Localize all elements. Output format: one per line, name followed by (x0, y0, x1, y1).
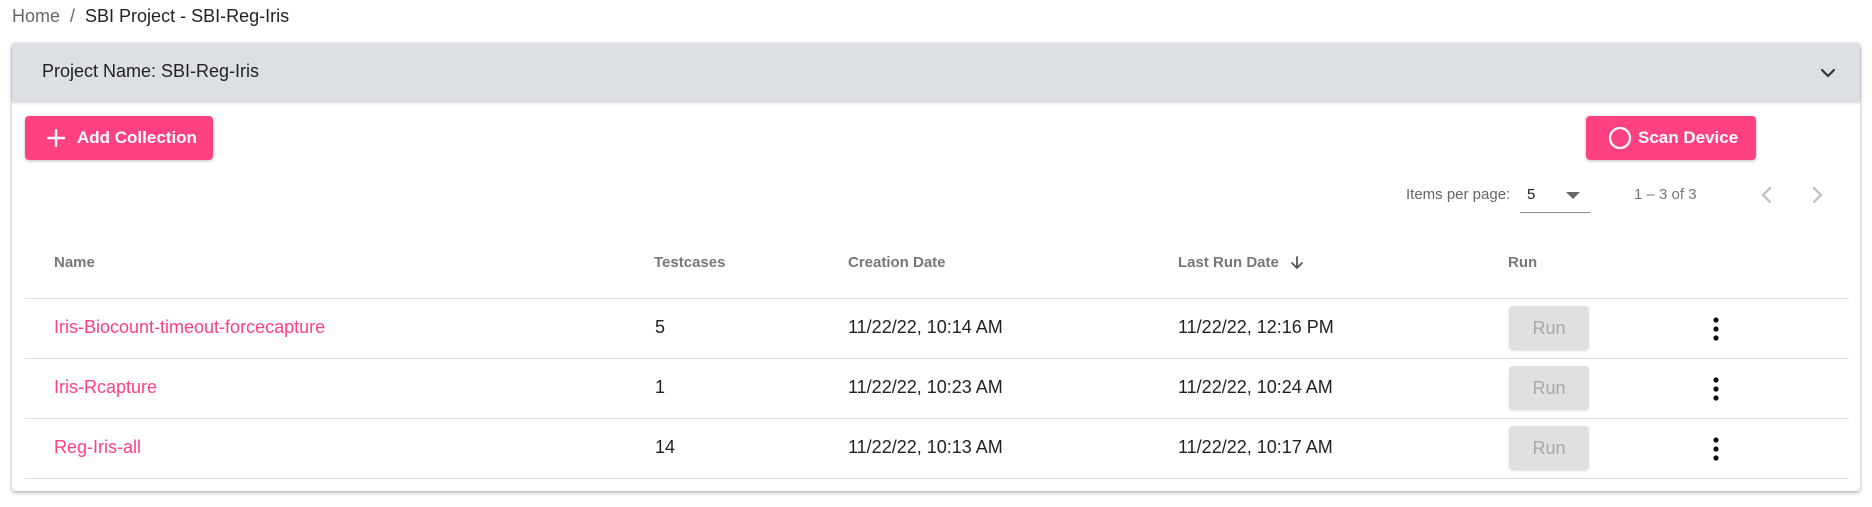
last-run-date: 11/22/22, 10:17 AM (1178, 437, 1333, 457)
more-vert-icon[interactable] (1704, 374, 1728, 404)
collection-name-link[interactable]: Iris-Rcapture (54, 377, 157, 398)
column-header-creation-date[interactable]: Creation Date (848, 254, 946, 271)
creation-date: 11/22/22, 10:13 AM (848, 437, 1003, 457)
more-vert-icon[interactable] (1704, 314, 1728, 344)
column-header-name[interactable]: Name (54, 254, 95, 271)
items-per-page-label: Items per page: (1406, 186, 1511, 203)
testcases-count: 1 (655, 377, 666, 397)
add-collection-label: Add Collection (77, 128, 197, 147)
breadcrumb: Home / SBI Project - SBI-Reg-Iris (12, 4, 289, 28)
last-run-date: 11/22/22, 10:24 AM (1178, 377, 1333, 397)
project-name-title: Project Name: SBI-Reg-Iris (42, 61, 260, 81)
table-row: Iris-Rcapture 1 11/22/22, 10:23 AM 11/22… (12, 359, 1860, 419)
add-collection-button[interactable]: Add Collection (25, 116, 213, 160)
collection-name-link[interactable]: Iris-Biocount-timeout-forcecapture (54, 317, 325, 338)
run-button[interactable]: Run (1509, 306, 1589, 350)
last-run-date: 11/22/22, 12:16 PM (1178, 317, 1334, 337)
collection-name-link[interactable]: Reg-Iris-all (54, 437, 141, 458)
scan-device-label: Scan Device (1638, 128, 1739, 147)
table-row: Reg-Iris-all 14 11/22/22, 10:13 AM 11/22… (12, 419, 1860, 479)
items-per-page-select[interactable]: 5 (1520, 176, 1590, 213)
paginator-range: 1 – 3 of 3 (1634, 186, 1697, 203)
run-button[interactable]: Run (1509, 426, 1589, 470)
testcases-count: 14 (655, 437, 676, 457)
run-button[interactable]: Run (1509, 366, 1589, 410)
chevron-down-icon[interactable] (1816, 61, 1840, 85)
breadcrumb-separator: / (70, 5, 76, 26)
previous-page-button[interactable] (1752, 180, 1782, 210)
breadcrumb-home-link[interactable]: Home (12, 6, 60, 27)
creation-date: 11/22/22, 10:14 AM (848, 317, 1003, 337)
column-header-last-run-date[interactable]: Last Run Date (1178, 254, 1305, 271)
more-vert-icon[interactable] (1704, 434, 1728, 464)
breadcrumb-current: SBI Project - SBI-Reg-Iris (85, 5, 290, 26)
row-divider (25, 478, 1849, 479)
table-row: Iris-Biocount-timeout-forcecapture 5 11/… (12, 299, 1860, 359)
creation-date: 11/22/22, 10:23 AM (848, 377, 1003, 397)
last-run-date-label: Last Run Date (1178, 254, 1279, 271)
arrow-down-icon (1291, 256, 1303, 269)
plus-icon (47, 129, 65, 147)
chevron-right-icon (1812, 186, 1823, 204)
column-header-testcases[interactable]: Testcases (654, 254, 725, 271)
project-card: Project Name: SBI-Reg-Iris Add Collectio… (12, 43, 1860, 491)
select-arrow-icon (1566, 192, 1580, 199)
items-per-page-value: 5 (1527, 186, 1536, 203)
circle-icon (1608, 126, 1632, 150)
column-header-run: Run (1508, 254, 1538, 271)
testcases-count: 5 (655, 317, 666, 337)
chevron-left-icon (1761, 186, 1772, 204)
scan-device-button[interactable]: Scan Device (1586, 116, 1756, 160)
project-panel-header[interactable]: Project Name: SBI-Reg-Iris (12, 43, 1860, 101)
next-page-button[interactable] (1802, 180, 1832, 210)
